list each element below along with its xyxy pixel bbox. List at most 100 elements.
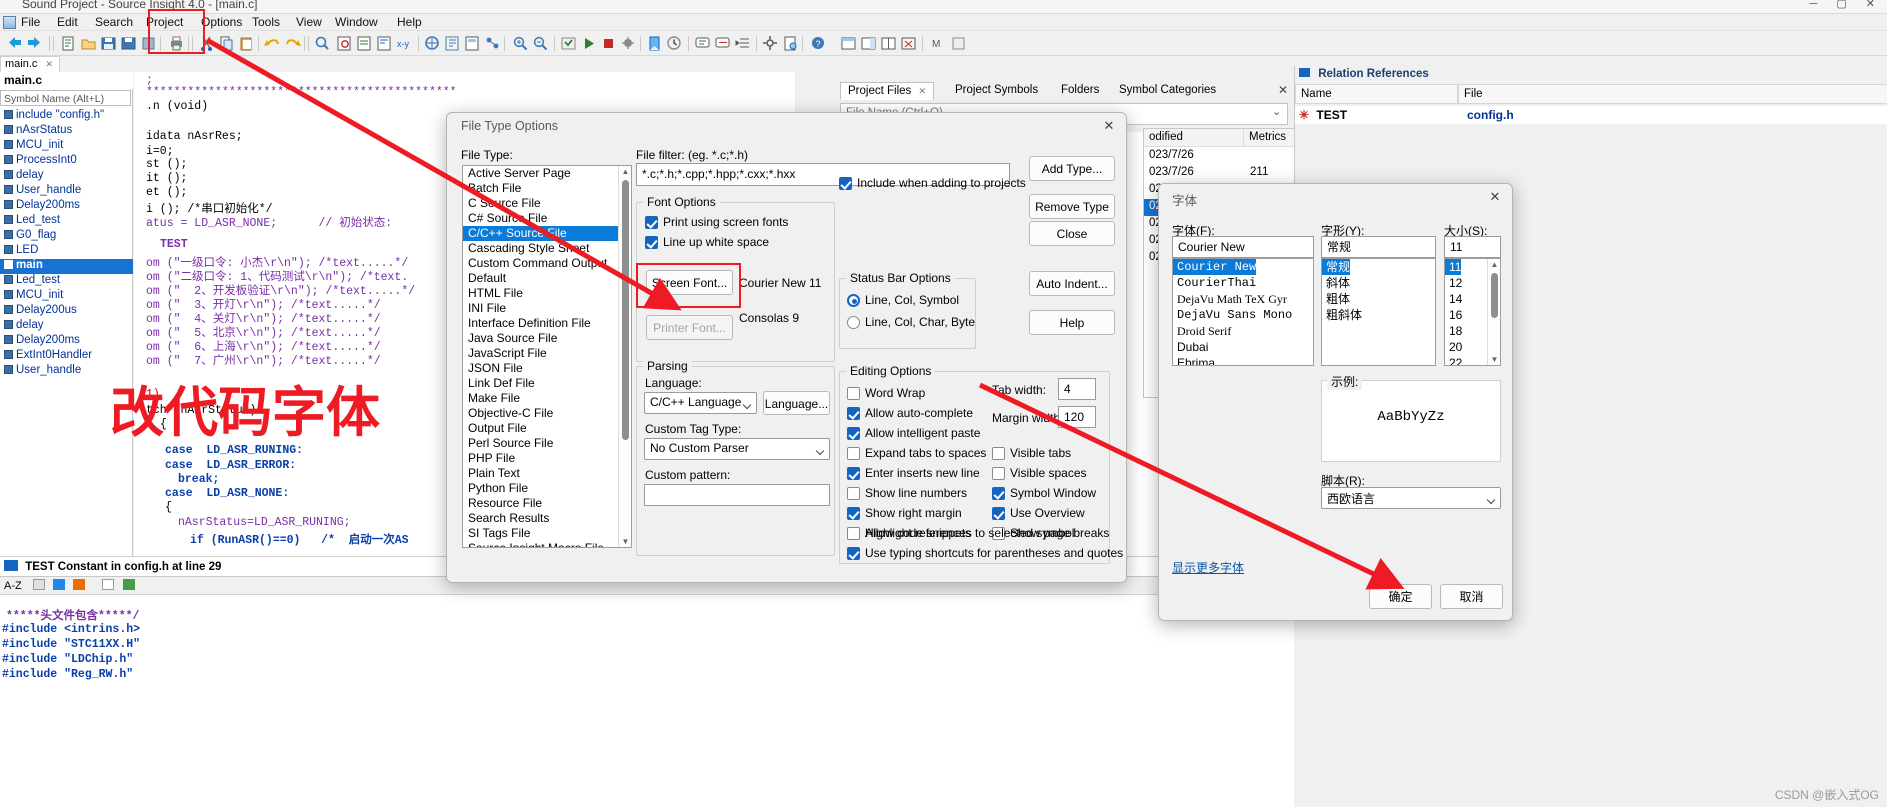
save-icon[interactable] [100,35,117,52]
window-controls[interactable]: ─ ▢ ✕ [1809,0,1883,10]
help-button[interactable]: Help [1029,310,1115,335]
file-type-item[interactable]: Objective-C File [463,406,619,421]
nav-forward-icon[interactable] [26,34,43,51]
symbol-list-item[interactable]: G0_flag [0,229,133,244]
chevron-down-icon[interactable]: ⌄ [1272,105,1281,118]
font-list-item[interactable]: Droid Serif [1173,323,1231,339]
font-list-item[interactable]: DejaVu Math TeX Gyr [1173,291,1287,307]
file-type-scrollbar[interactable]: ▲ ▼ [618,166,631,547]
file-type-item[interactable]: Default [463,271,619,286]
file-type-item[interactable]: Perl Source File [463,436,619,451]
file-list-row[interactable]: 023/7/26 [1144,148,1294,165]
bookmark-icon[interactable] [376,35,393,52]
book-icon[interactable] [101,579,114,590]
file-type-listbox[interactable]: Active Server Page Batch File C Source Fil… [462,165,632,548]
font-list-item[interactable]: 常规 [1322,259,1351,275]
custom-icon[interactable] [950,35,967,52]
relation-row[interactable]: ✳ TEST config.h [1295,106,1887,124]
symbol-list-item[interactable]: Delay200us [0,304,133,319]
font-list-item[interactable]: 粗体 [1322,291,1350,307]
close-icon[interactable]: ✕ [45,59,53,69]
redo-icon[interactable] [284,35,301,52]
file-type-item[interactable]: INI File [463,301,619,316]
editing-option-checkbox[interactable] [847,507,860,520]
relation-window-icon[interactable] [484,35,501,52]
find-in-files-icon[interactable] [336,35,353,52]
font-list-item[interactable]: Dubai [1173,339,1208,355]
symbol-list-item[interactable]: nAsrStatus [0,124,133,139]
scrollbar-thumb[interactable] [622,180,629,440]
stop-icon[interactable] [600,35,617,52]
language-button[interactable]: Language... [763,391,830,415]
history-icon[interactable] [666,35,683,52]
script-select[interactable]: 西欧语言 [1321,487,1501,509]
font-family-listbox[interactable]: Courier New CourierThai DejaVu Math TeX Gy… [1172,258,1314,366]
symbol-list-item[interactable]: Led_test [0,214,133,229]
project-panel-close-icon[interactable]: ✕ [1278,83,1288,97]
split-view-icon[interactable] [880,35,897,52]
project-tab-project-symbols[interactable]: Project Symbols [948,82,1045,100]
close-button[interactable]: Close [1029,221,1115,246]
zoom-out-icon[interactable] [532,35,549,52]
file-type-item[interactable]: Interface Definition File [463,316,619,331]
file-type-options-icon[interactable] [782,35,799,52]
font-list-item[interactable]: Courier New [1173,259,1257,275]
font-family-input[interactable]: Courier New [1172,236,1314,258]
menu-item-view[interactable]: View [291,16,327,29]
macro-icon[interactable]: M [930,35,947,52]
settings-icon[interactable] [123,579,136,590]
open-file-icon[interactable] [80,35,97,52]
font-list-item[interactable]: DejaVu Sans Mono [1173,307,1292,323]
menu-item-edit[interactable]: Edit [52,16,83,29]
file-type-item[interactable]: Search Results [463,511,619,526]
close-icon[interactable]: ✕ [918,86,926,96]
editing-option-checkbox[interactable] [847,407,860,420]
custom-pattern-input[interactable] [644,484,830,506]
custom-tag-type-select[interactable]: No Custom Parser [644,438,830,460]
menu-item-tools[interactable]: Tools [247,16,285,29]
filter-icon[interactable] [72,579,85,590]
run-icon[interactable] [580,35,597,52]
symbol-search-input[interactable]: Symbol Name (Alt+L) [0,90,131,106]
remove-type-button[interactable]: Remove Type [1029,194,1115,219]
editing-option-checkbox[interactable] [992,487,1005,500]
editing-option-checkbox[interactable] [992,447,1005,460]
font-list-item[interactable]: 12 [1445,275,1462,291]
panel-toggle-icon[interactable] [860,35,877,52]
file-type-item[interactable]: Link Def File [463,376,619,391]
grid-view-icon[interactable] [52,579,65,590]
symbol-list-item[interactable]: Led_test [0,274,133,289]
zoom-in-icon[interactable] [512,35,529,52]
help-icon[interactable]: ? [810,35,827,52]
select-all-icon[interactable]: x-y [396,35,413,52]
file-type-item[interactable]: HTML File [463,286,619,301]
undo-icon[interactable] [264,35,281,52]
file-type-item[interactable]: C Source File [463,196,619,211]
scrollbar-thumb[interactable] [1491,273,1498,318]
search-icon[interactable] [314,35,331,52]
print-using-screen-fonts-checkbox[interactable] [645,216,658,229]
scroll-up-icon[interactable]: ▲ [1488,259,1500,270]
symbol-list-item[interactable]: MCU_init [0,139,133,154]
font-list-item[interactable]: Ebrima [1173,355,1215,365]
font-list-item[interactable]: 14 [1445,291,1462,307]
indent-icon[interactable] [734,35,751,52]
file-type-item[interactable]: JavaScript File [463,346,619,361]
file-type-item[interactable]: Resource File [463,496,619,511]
editing-option-checkbox[interactable] [847,527,860,540]
symbol-list-item[interactable]: MCU_init [0,289,133,304]
status-line-col-symbol-radio[interactable] [847,294,860,307]
browse-icon[interactable] [424,35,441,52]
project-window-icon[interactable] [840,35,857,52]
cancel-button[interactable]: 取消 [1440,584,1503,609]
menu-item-file[interactable]: File [16,16,45,29]
close-icon[interactable]: ✕ [1484,188,1506,206]
font-list-item[interactable]: 16 [1445,307,1462,323]
font-list-item[interactable]: 11 [1445,259,1462,275]
symbol-list-item[interactable]: LED [0,244,133,259]
editing-option-checkbox[interactable] [992,467,1005,480]
font-list-item[interactable]: 18 [1445,323,1462,339]
editing-option-checkbox[interactable] [847,487,860,500]
font-size-listbox[interactable]: 11 12 14 16 18 20 22 ▲ ▼ [1444,258,1501,366]
scroll-up-icon[interactable]: ▲ [619,166,631,177]
